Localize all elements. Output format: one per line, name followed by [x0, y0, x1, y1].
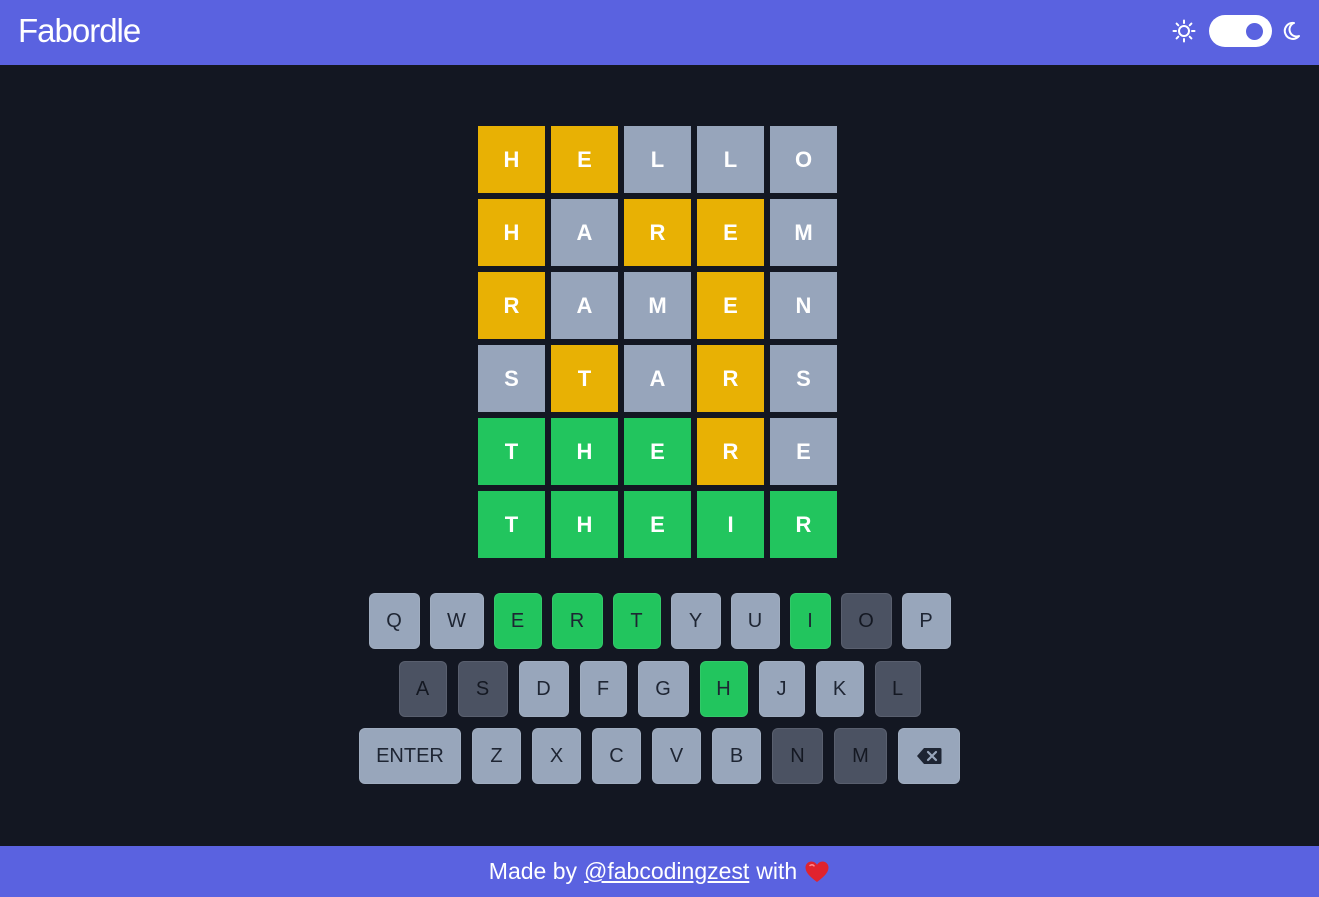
key-l[interactable]: L	[874, 661, 921, 717]
enter-key[interactable]: ENTER	[359, 728, 461, 784]
key-o[interactable]: O	[840, 593, 892, 649]
footer: Made by @fabcodingzest with	[0, 846, 1319, 897]
key-v[interactable]: V	[652, 728, 701, 784]
key-c[interactable]: C	[592, 728, 641, 784]
board-tile: O	[770, 126, 837, 193]
moon-icon	[1283, 21, 1300, 40]
board-tile: S	[478, 345, 545, 412]
key-f[interactable]: F	[579, 661, 627, 717]
key-i[interactable]: I	[789, 593, 831, 649]
board-tile: M	[770, 199, 837, 266]
board-tile: H	[551, 418, 618, 485]
backspace-icon	[917, 748, 942, 764]
sun-icon	[1172, 19, 1196, 43]
board-tile: R	[478, 272, 545, 339]
board-tile: A	[551, 272, 618, 339]
key-y[interactable]: Y	[670, 593, 721, 649]
key-p[interactable]: P	[901, 593, 951, 649]
key-m[interactable]: M	[834, 728, 887, 784]
board-tile: E	[697, 199, 764, 266]
key-z[interactable]: Z	[472, 728, 521, 784]
board-tile: R	[697, 345, 764, 412]
board-tile: M	[624, 272, 691, 339]
board-tile: L	[697, 126, 764, 193]
board-tile: H	[478, 199, 545, 266]
board-tile: H	[551, 491, 618, 558]
key-x[interactable]: X	[532, 728, 581, 784]
footer-prefix: Made by	[488, 858, 578, 884]
board-tile: E	[697, 272, 764, 339]
board-tile: R	[697, 418, 764, 485]
board-tile: R	[770, 491, 837, 558]
board-tile: T	[478, 418, 545, 485]
keyboard-row: ASDFGHJKL	[0, 661, 1319, 717]
board-tile: A	[624, 345, 691, 412]
theme-toggle[interactable]	[1209, 15, 1272, 47]
board-tile: I	[697, 491, 764, 558]
key-t[interactable]: T	[612, 593, 661, 649]
key-e[interactable]: E	[493, 593, 542, 649]
board-tile: N	[770, 272, 837, 339]
board-tile: T	[551, 345, 618, 412]
toggle-knob	[1246, 23, 1263, 40]
key-j[interactable]: J	[758, 661, 805, 717]
board-tile: A	[551, 199, 618, 266]
board-tile: E	[624, 418, 691, 485]
board-tile: E	[551, 126, 618, 193]
backspace-key[interactable]	[898, 728, 960, 784]
board-tile: L	[624, 126, 691, 193]
key-q[interactable]: Q	[368, 593, 420, 649]
key-d[interactable]: D	[518, 661, 569, 717]
key-b[interactable]: B	[712, 728, 761, 784]
key-a[interactable]: A	[398, 661, 447, 717]
key-h[interactable]: H	[699, 661, 748, 717]
key-s[interactable]: S	[457, 661, 508, 717]
board-tile: T	[478, 491, 545, 558]
board-tile: R	[624, 199, 691, 266]
key-g[interactable]: G	[637, 661, 689, 717]
board-tile: S	[770, 345, 837, 412]
key-n[interactable]: N	[772, 728, 823, 784]
key-r[interactable]: R	[551, 593, 603, 649]
board-tile: E	[770, 418, 837, 485]
heart-icon	[805, 861, 829, 882]
keyboard-row: QWERTYUIOP	[0, 593, 1319, 649]
keyboard-row: ENTER Z X C V B N M	[0, 728, 1319, 784]
key-u[interactable]: U	[730, 593, 780, 649]
guess-board: HELLOHAREMRAMENSTARSTHERETHEIR	[478, 126, 837, 558]
key-k[interactable]: K	[815, 661, 864, 717]
app-title: Fabordle	[18, 12, 141, 49]
board-tile: E	[624, 491, 691, 558]
footer-suffix: with	[756, 858, 798, 884]
board-tile: H	[478, 126, 545, 193]
key-w[interactable]: W	[429, 593, 484, 649]
app-header: Fabordle	[0, 0, 1319, 65]
author-link[interactable]: @fabcodingzest	[584, 858, 749, 885]
